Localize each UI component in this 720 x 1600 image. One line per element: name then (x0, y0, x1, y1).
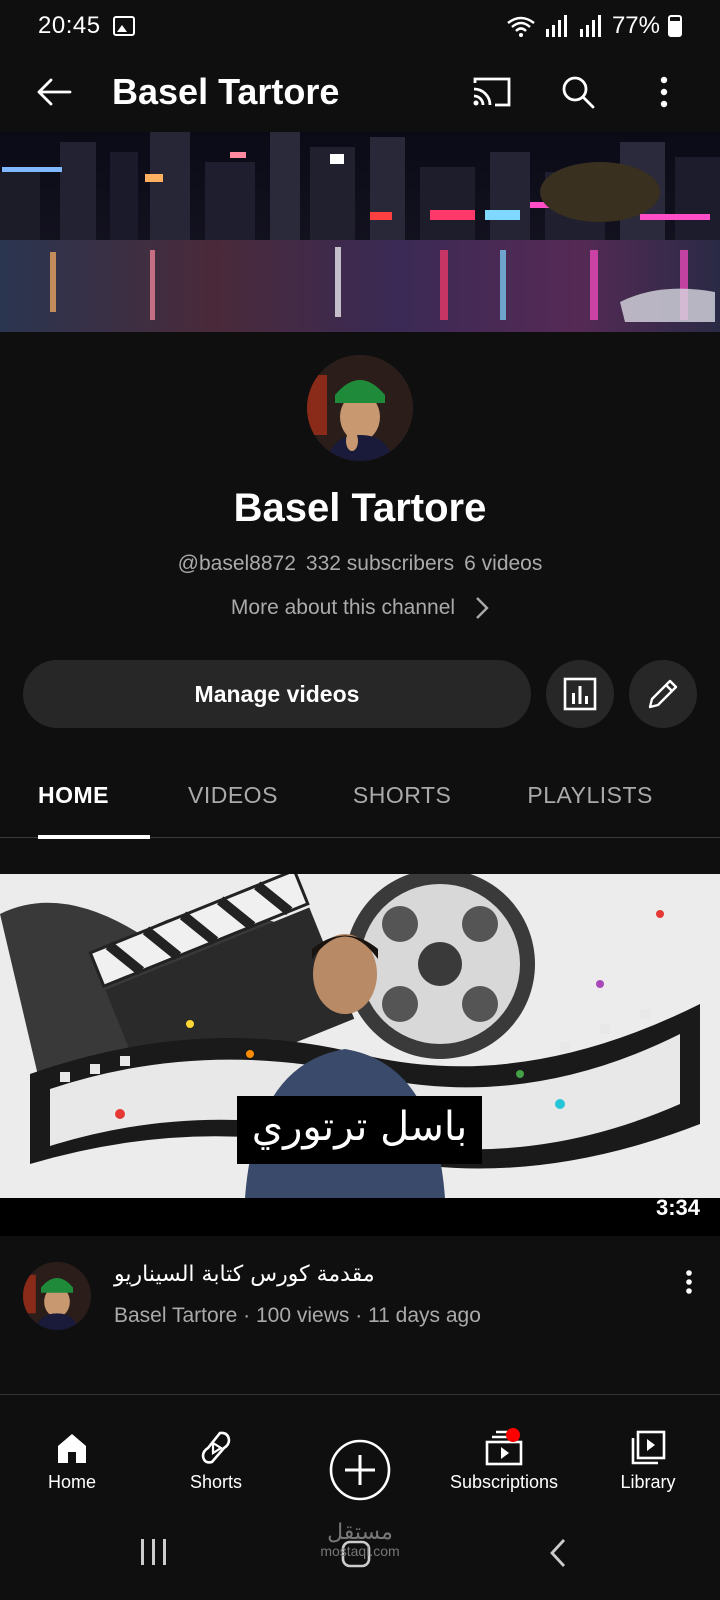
more-options-button[interactable] (628, 62, 700, 122)
video-meta: Basel Tartore · 100 views · 11 days ago (114, 1304, 481, 1327)
battery-percent: 77% (611, 12, 660, 39)
create-plus-icon (329, 1439, 391, 1501)
nav-library-label: Library (620, 1472, 676, 1492)
edit-pencil-icon (648, 679, 678, 709)
thumbnail-caption: باسل ترتوري (251, 1104, 468, 1150)
bottom-nav: Home Shorts Subscriptions Library (0, 1420, 720, 1520)
tab-home[interactable]: HOME (38, 752, 150, 839)
signal-icon (545, 15, 567, 37)
watermark-arabic: مستقل (327, 1520, 393, 1545)
more-vert-icon (686, 1270, 692, 1294)
recent-apps-button[interactable] (138, 1537, 170, 1567)
page-title: Basel Tartore (112, 71, 340, 112)
video-info-row[interactable]: مقدمة كورس كتابة السيناريو Basel Tartore… (0, 1256, 720, 1346)
home-icon (58, 1434, 86, 1463)
recent-apps-icon (141, 1539, 166, 1565)
image-icon (112, 16, 135, 36)
tab-shorts[interactable]: SHORTS (353, 752, 451, 838)
city-night-banner-image (0, 132, 720, 332)
status-right: 77% (506, 12, 682, 40)
shorts-icon (201, 1431, 231, 1464)
tab-videos[interactable]: VIDEOS (188, 752, 278, 838)
tab-playlists[interactable]: PLAYLISTS (527, 752, 653, 838)
battery-icon (668, 15, 682, 37)
nav-create-button[interactable] (288, 1420, 432, 1520)
app-bar: Basel Tartore (0, 52, 720, 132)
nav-library[interactable]: Library (576, 1420, 720, 1520)
back-system-button[interactable] (548, 1537, 568, 1569)
status-bar: 20:45 77% (0, 0, 720, 52)
back-button[interactable] (24, 62, 84, 122)
signal-icon (579, 15, 601, 37)
nav-subscriptions[interactable]: Subscriptions (432, 1420, 576, 1520)
search-icon (562, 76, 595, 109)
cast-button[interactable] (456, 62, 528, 122)
watermark-latin: mostaql.com (320, 1543, 400, 1559)
channel-tabs: HOME VIDEOS SHORTS PLAYLISTS (0, 752, 720, 839)
back-chevron-icon (550, 1539, 566, 1567)
video-title[interactable]: مقدمة كورس كتابة السيناريو (114, 1262, 375, 1287)
notification-badge (506, 1428, 520, 1442)
channel-handle: @basel8872 (177, 552, 296, 575)
video-thumbnail[interactable]: باسل ترتوري (0, 874, 720, 1198)
status-time: 20:45 (38, 12, 101, 39)
cast-icon (473, 77, 511, 107)
nav-home-label: Home (47, 1472, 96, 1492)
analytics-button[interactable] (546, 660, 614, 728)
manage-videos-button[interactable]: Manage videos (23, 660, 531, 728)
subscriber-count: 332 subscribers (305, 552, 455, 575)
channel-name: Basel Tartore (233, 486, 487, 530)
video-options-button[interactable] (674, 1262, 704, 1302)
back-arrow-icon (37, 78, 72, 106)
uploader-avatar[interactable] (23, 1262, 91, 1330)
nav-subscriptions-label: Subscriptions (449, 1472, 559, 1492)
wifi-icon (507, 16, 535, 37)
nav-shorts-label: Shorts (189, 1472, 243, 1492)
chevron-right-icon (476, 597, 489, 619)
section-divider (0, 1394, 720, 1395)
channel-avatar[interactable] (307, 355, 413, 461)
video-duration: 3:34 (655, 1195, 700, 1220)
edit-channel-button[interactable] (629, 660, 697, 728)
tab-playlists-label: PLAYLISTS (527, 781, 653, 808)
more-about-link[interactable]: More about this channel (0, 596, 720, 620)
search-button[interactable] (542, 62, 614, 122)
library-icon (631, 1430, 666, 1465)
more-about-label: More about this channel (230, 596, 456, 619)
tab-videos-label: VIDEOS (188, 781, 278, 808)
nav-shorts[interactable]: Shorts (144, 1420, 288, 1520)
watermark: مستقل mostaql.com (300, 1520, 420, 1559)
channel-meta: @basel8872 332 subscribers 6 videos (0, 552, 720, 576)
app-actions (442, 62, 700, 122)
tab-home-label: HOME (38, 781, 109, 808)
video-count: 6 videos (464, 552, 543, 575)
profile-photo-image (23, 1262, 91, 1330)
more-vert-icon (660, 76, 668, 108)
channel-banner (0, 132, 720, 332)
analytics-icon (563, 677, 597, 711)
tab-shorts-label: SHORTS (352, 781, 452, 808)
thumbnail-bottom-bar (0, 1198, 720, 1236)
profile-photo-image (307, 355, 413, 461)
nav-home[interactable]: Home (0, 1420, 144, 1520)
